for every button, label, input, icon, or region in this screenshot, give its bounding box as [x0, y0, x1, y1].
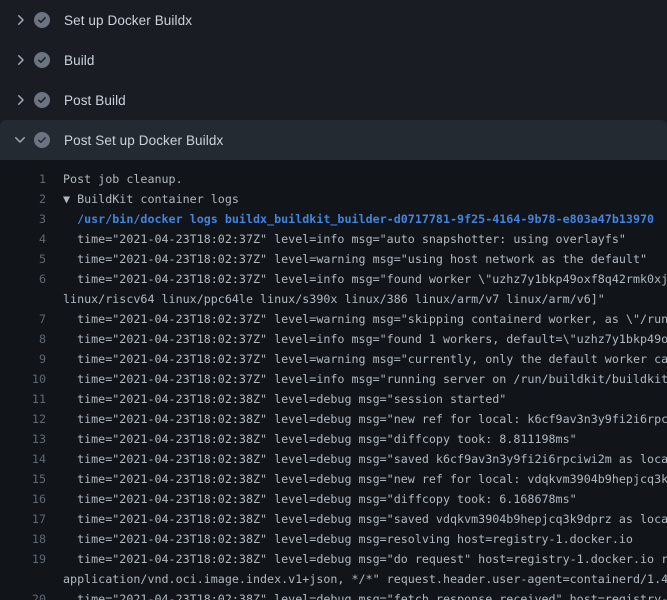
- log-line-text: /usr/bin/docker logs buildx_buildkit_bui…: [46, 209, 654, 229]
- log-line-number[interactable]: 14: [0, 449, 46, 469]
- log-line: 14 time="2021-04-23T18:02:38Z" level=deb…: [0, 449, 667, 469]
- log-line-text: time="2021-04-23T18:02:38Z" level=debug …: [46, 549, 667, 569]
- log-line-number[interactable]: 5: [0, 249, 46, 269]
- log-line-number[interactable]: 3: [0, 209, 46, 229]
- step-row-post-build[interactable]: Post Build: [0, 80, 667, 120]
- step-label: Post Set up Docker Buildx: [64, 133, 223, 148]
- log-line: 16 time="2021-04-23T18:02:38Z" level=deb…: [0, 489, 667, 509]
- log-line: 4 time="2021-04-23T18:02:37Z" level=info…: [0, 229, 667, 249]
- log-line-number[interactable]: 20: [0, 589, 46, 600]
- log-line-text: Post job cleanup.: [46, 169, 183, 189]
- log-line-number[interactable]: 19: [0, 549, 46, 569]
- log-line-number[interactable]: 9: [0, 349, 46, 369]
- step-label: Build: [64, 53, 95, 68]
- log-line: 6 time="2021-04-23T18:02:37Z" level=info…: [0, 269, 667, 289]
- log-line: 5 time="2021-04-23T18:02:37Z" level=warn…: [0, 249, 667, 269]
- log-line: 8 time="2021-04-23T18:02:37Z" level=info…: [0, 329, 667, 349]
- log-line-number[interactable]: 10: [0, 369, 46, 389]
- check-circle-icon: [34, 52, 50, 68]
- log-line: 10 time="2021-04-23T18:02:37Z" level=inf…: [0, 369, 667, 389]
- log-line-number[interactable]: 1: [0, 169, 46, 189]
- log-line-text: time="2021-04-23T18:02:37Z" level=info m…: [46, 369, 667, 389]
- log-line-number[interactable]: 11: [0, 389, 46, 409]
- log-line-number: [0, 569, 46, 589]
- log-line-number[interactable]: 2: [0, 189, 46, 209]
- chevron-right-icon: [12, 52, 28, 68]
- log-line-text: time="2021-04-23T18:02:37Z" level=info m…: [46, 269, 667, 289]
- log-line-text: time="2021-04-23T18:02:38Z" level=debug …: [46, 509, 667, 529]
- step-label: Post Build: [64, 93, 126, 108]
- step-row-set-up-docker-buildx[interactable]: Set up Docker Buildx: [0, 0, 667, 40]
- log-line-text: time="2021-04-23T18:02:37Z" level=warnin…: [46, 309, 667, 329]
- log-line-text: time="2021-04-23T18:02:37Z" level=info m…: [46, 329, 667, 349]
- log-line: linux/riscv64 linux/ppc64le linux/s390x …: [0, 289, 667, 309]
- log-line-number[interactable]: 13: [0, 429, 46, 449]
- log-line: 7 time="2021-04-23T18:02:37Z" level=warn…: [0, 309, 667, 329]
- log-line-text: time="2021-04-23T18:02:37Z" level=info m…: [46, 229, 626, 249]
- log-line-text: time="2021-04-23T18:02:38Z" level=debug …: [46, 409, 667, 429]
- check-circle-icon: [34, 12, 50, 28]
- log-line-number[interactable]: 16: [0, 489, 46, 509]
- chevron-right-icon: [12, 12, 28, 28]
- log-line: 11 time="2021-04-23T18:02:38Z" level=deb…: [0, 389, 667, 409]
- log-line: application/vnd.oci.image.index.v1+json,…: [0, 569, 667, 589]
- log-line-text: time="2021-04-23T18:02:38Z" level=debug …: [46, 589, 667, 600]
- log-line-number[interactable]: 7: [0, 309, 46, 329]
- log-line-text: time="2021-04-23T18:02:38Z" level=debug …: [46, 529, 633, 549]
- step-row-build[interactable]: Build: [0, 40, 667, 80]
- log-line-text: time="2021-04-23T18:02:38Z" level=debug …: [46, 489, 577, 509]
- log-line-text[interactable]: ▼ BuildKit container logs: [46, 189, 239, 209]
- log-line-text: time="2021-04-23T18:02:37Z" level=warnin…: [46, 349, 667, 369]
- chevron-right-icon: [12, 92, 28, 108]
- log-line: 1Post job cleanup.: [0, 169, 667, 189]
- check-circle-icon: [34, 132, 50, 148]
- log-line: 18 time="2021-04-23T18:02:38Z" level=deb…: [0, 529, 667, 549]
- log-line-text: time="2021-04-23T18:02:38Z" level=debug …: [46, 469, 667, 489]
- log-line-number[interactable]: 15: [0, 469, 46, 489]
- check-circle-icon: [34, 92, 50, 108]
- log-line-text: time="2021-04-23T18:02:38Z" level=debug …: [46, 389, 506, 409]
- log-line-text: time="2021-04-23T18:02:38Z" level=debug …: [46, 449, 667, 469]
- log-line-text: application/vnd.oci.image.index.v1+json,…: [46, 569, 667, 589]
- log-line: 17 time="2021-04-23T18:02:38Z" level=deb…: [0, 509, 667, 529]
- step-row-post-set-up-docker-buildx[interactable]: Post Set up Docker Buildx: [0, 120, 667, 160]
- log-line-text: time="2021-04-23T18:02:38Z" level=debug …: [46, 429, 577, 449]
- log-line-text: linux/riscv64 linux/ppc64le linux/s390x …: [46, 289, 605, 309]
- step-label: Set up Docker Buildx: [64, 13, 192, 28]
- log-line-number[interactable]: 17: [0, 509, 46, 529]
- log-line: 19 time="2021-04-23T18:02:38Z" level=deb…: [0, 549, 667, 569]
- log-line-number[interactable]: 4: [0, 229, 46, 249]
- log-line-number[interactable]: 12: [0, 409, 46, 429]
- log-line: 9 time="2021-04-23T18:02:37Z" level=warn…: [0, 349, 667, 369]
- log-line: 15 time="2021-04-23T18:02:38Z" level=deb…: [0, 469, 667, 489]
- log-line-number[interactable]: 18: [0, 529, 46, 549]
- step-list: Set up Docker Buildx Build Post Build Po…: [0, 0, 667, 160]
- log-line-number: [0, 289, 46, 309]
- log-line-number[interactable]: 6: [0, 269, 46, 289]
- log-line: 12 time="2021-04-23T18:02:38Z" level=deb…: [0, 409, 667, 429]
- log-line: 20 time="2021-04-23T18:02:38Z" level=deb…: [0, 589, 667, 600]
- log-line-text: time="2021-04-23T18:02:37Z" level=warnin…: [46, 249, 647, 269]
- log-group-line: 2▼ BuildKit container logs: [0, 189, 667, 209]
- log-viewer: 1Post job cleanup.2▼ BuildKit container …: [0, 160, 667, 600]
- log-line-number[interactable]: 8: [0, 329, 46, 349]
- log-line: 13 time="2021-04-23T18:02:38Z" level=deb…: [0, 429, 667, 449]
- log-line: 3 /usr/bin/docker logs buildx_buildkit_b…: [0, 209, 667, 229]
- chevron-down-icon: [12, 132, 28, 148]
